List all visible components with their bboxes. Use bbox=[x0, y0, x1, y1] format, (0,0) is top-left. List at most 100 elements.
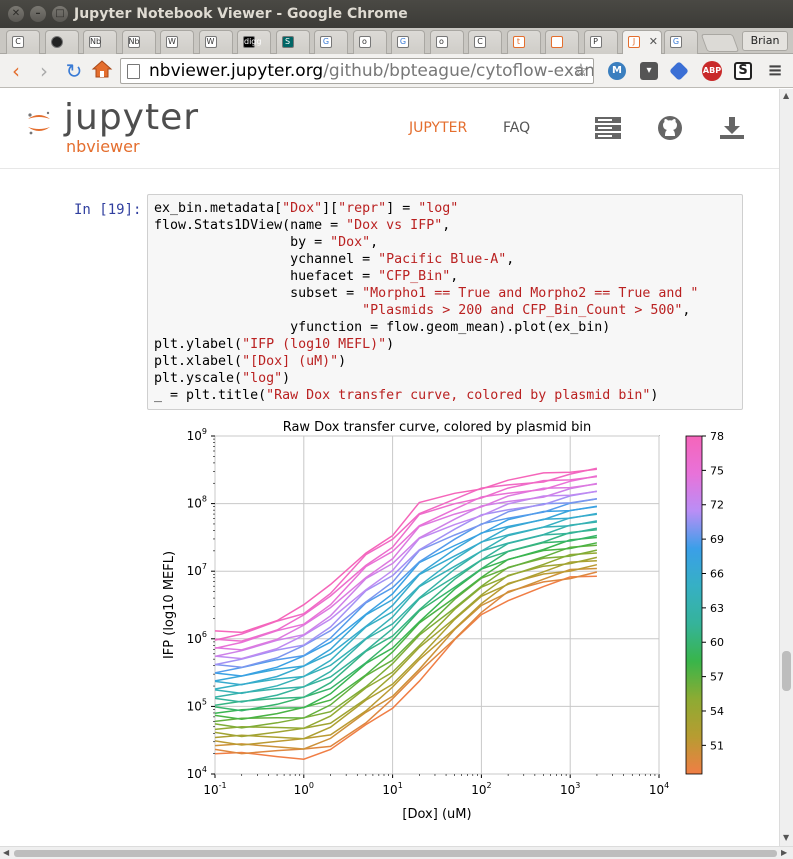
x-tick-label: 100 bbox=[294, 781, 314, 797]
colorbar bbox=[685, 435, 703, 775]
tab-16[interactable]: J ✕ bbox=[622, 30, 662, 54]
maximize-window-button[interactable]: □ bbox=[52, 6, 68, 22]
close-window-button[interactable]: ✕ bbox=[8, 6, 24, 22]
y-tick-label: 109 bbox=[187, 427, 207, 443]
diamond-extension-icon[interactable] bbox=[669, 61, 689, 81]
colorbar-tick-label: 60 bbox=[710, 636, 724, 649]
nb-icon: Nb bbox=[89, 36, 102, 48]
page-icon: C bbox=[474, 36, 486, 48]
github-icon[interactable] bbox=[656, 115, 684, 141]
digg-icon: digg bbox=[243, 36, 262, 48]
colorbar-tick-label: 51 bbox=[710, 739, 724, 752]
puzzle-icon: o bbox=[358, 36, 371, 48]
github-icon bbox=[50, 36, 63, 48]
nb-icon: Nb bbox=[127, 36, 140, 48]
vertical-scrollbar[interactable]: ▲ ▼ bbox=[779, 89, 793, 846]
horizontal-scroll-thumb[interactable] bbox=[14, 850, 777, 857]
tab-11[interactable]: o bbox=[429, 30, 464, 54]
logo-wordmark[interactable]: jupyter bbox=[64, 97, 199, 138]
download-icon[interactable] bbox=[718, 115, 746, 141]
vertical-scroll-thumb[interactable] bbox=[782, 651, 791, 691]
code-line: plt.xlabel("[Dox] (uM)") bbox=[154, 354, 347, 369]
nbviewer-header: jupyter nbviewer JUPYTER FAQ bbox=[0, 89, 779, 169]
code-line: yfunction = flow.geom_mean).plot(ex_bin) bbox=[154, 320, 611, 335]
tab-13[interactable]: t bbox=[506, 30, 541, 54]
tab-5[interactable]: W bbox=[198, 30, 233, 54]
browser-toolbar: ‹ › ↻ nbviewer.jupyter.org/github/bpteag… bbox=[0, 54, 793, 88]
nav-jupyter-link[interactable]: JUPYTER bbox=[409, 120, 467, 136]
close-tab-icon[interactable]: ✕ bbox=[649, 31, 658, 53]
y-tick-label: 104 bbox=[187, 765, 207, 781]
bookmark-star-icon[interactable]: ☆ bbox=[573, 59, 589, 83]
home-icon[interactable] bbox=[90, 59, 114, 83]
code-line: plt.yscale("log") bbox=[154, 371, 291, 386]
reload-icon[interactable]: ↻ bbox=[62, 59, 86, 83]
url-path: /github/bpteague/cytoflow-examples/l bbox=[323, 61, 593, 81]
tab-4[interactable]: W bbox=[160, 30, 194, 54]
nav-faq-link[interactable]: FAQ bbox=[503, 120, 530, 136]
tab-12[interactable]: C bbox=[468, 30, 502, 54]
code-line: huefacet = "CFP_Bin", bbox=[154, 269, 459, 284]
profile-button[interactable]: Brian bbox=[742, 31, 788, 51]
jupyter-icon bbox=[551, 36, 563, 48]
tab-3[interactable]: Nb bbox=[121, 30, 156, 54]
minimize-window-button[interactable]: – bbox=[30, 6, 46, 22]
google-icon: G bbox=[397, 36, 409, 48]
y-tick-label: 107 bbox=[187, 562, 207, 578]
chart-title: Raw Dox transfer curve, colored by plasm… bbox=[283, 420, 592, 435]
adblock-icon[interactable]: ABP bbox=[702, 61, 722, 81]
address-bar[interactable]: nbviewer.jupyter.org/github/bpteague/cyt… bbox=[120, 58, 594, 84]
colorbar-tick-label: 57 bbox=[710, 671, 724, 684]
x-axis-label: [Dox] (uM) bbox=[402, 807, 471, 822]
y-tick-label: 108 bbox=[187, 495, 207, 511]
s-extension-icon[interactable]: S bbox=[734, 62, 752, 80]
page-icon: P bbox=[589, 36, 602, 48]
forward-button[interactable]: › bbox=[32, 59, 56, 83]
code-cell[interactable]: ex_bin.metadata["Dox"]["repr"] = "log" fl… bbox=[147, 194, 743, 410]
wikipedia-icon: W bbox=[204, 36, 217, 48]
google-icon: G bbox=[320, 36, 332, 48]
y-tick-label: 105 bbox=[187, 697, 207, 713]
code-line: plt.ylabel("IFP (log10 MEFL)") bbox=[154, 337, 395, 352]
google-icon: G bbox=[670, 36, 682, 48]
url-host: nbviewer.jupyter.org bbox=[149, 61, 324, 81]
tab-7[interactable]: S bbox=[275, 30, 310, 54]
new-tab-button[interactable] bbox=[700, 34, 740, 52]
tab-17[interactable]: G bbox=[664, 30, 698, 54]
x-tick-label: 102 bbox=[471, 781, 491, 797]
server-icon[interactable] bbox=[594, 115, 622, 141]
logo-subtitle: nbviewer bbox=[66, 137, 140, 156]
tab-9[interactable]: o bbox=[352, 30, 387, 54]
colorbar-tick-label: 75 bbox=[710, 464, 724, 477]
back-button[interactable]: ‹ bbox=[4, 59, 28, 83]
x-tick-label: 103 bbox=[560, 781, 580, 797]
tab-10[interactable]: G bbox=[391, 30, 425, 54]
y-tick-label: 106 bbox=[187, 630, 207, 646]
code-line: ychannel = "Pacific Blue-A", bbox=[154, 252, 515, 267]
m-extension-icon[interactable]: M bbox=[608, 62, 626, 80]
colorbar-tick-label: 72 bbox=[710, 499, 724, 512]
tab-1[interactable] bbox=[44, 30, 79, 54]
colorbar-tick-label: 78 bbox=[710, 430, 724, 443]
tab-0[interactable]: C bbox=[6, 30, 40, 54]
tab-6[interactable]: digg bbox=[237, 30, 271, 54]
puzzle-icon: o bbox=[435, 36, 448, 48]
code-line: flow.Stats1DView(name = "Dox vs IFP", bbox=[154, 218, 451, 233]
x-tick-label: 10-1 bbox=[203, 781, 226, 797]
tab-8[interactable]: G bbox=[314, 30, 348, 54]
code-line: _ = plt.title("Raw Dox transfer curve, c… bbox=[154, 388, 659, 403]
menu-icon[interactable]: ≡ bbox=[766, 62, 784, 80]
jupyter-icon: t bbox=[512, 36, 525, 48]
code-line: by = "Dox", bbox=[154, 235, 379, 250]
tab-15[interactable]: P bbox=[583, 30, 618, 54]
colorbar-tick-label: 63 bbox=[710, 602, 724, 615]
transfer-curve-chart: Raw Dox transfer curve, colored by plasm… bbox=[162, 420, 724, 822]
pocket-icon[interactable]: ▾ bbox=[640, 62, 658, 80]
slashdot-icon: S bbox=[281, 36, 294, 48]
code-line: "Plasmids > 200 and CFP_Bin_Count > 500"… bbox=[362, 303, 691, 318]
tab-14[interactable] bbox=[545, 30, 579, 54]
tab-2[interactable]: Nb bbox=[83, 30, 117, 54]
x-tick-label: 101 bbox=[382, 781, 402, 797]
wikipedia-icon: W bbox=[166, 36, 178, 48]
horizontal-scrollbar[interactable]: ◀ ▶ bbox=[0, 846, 793, 859]
